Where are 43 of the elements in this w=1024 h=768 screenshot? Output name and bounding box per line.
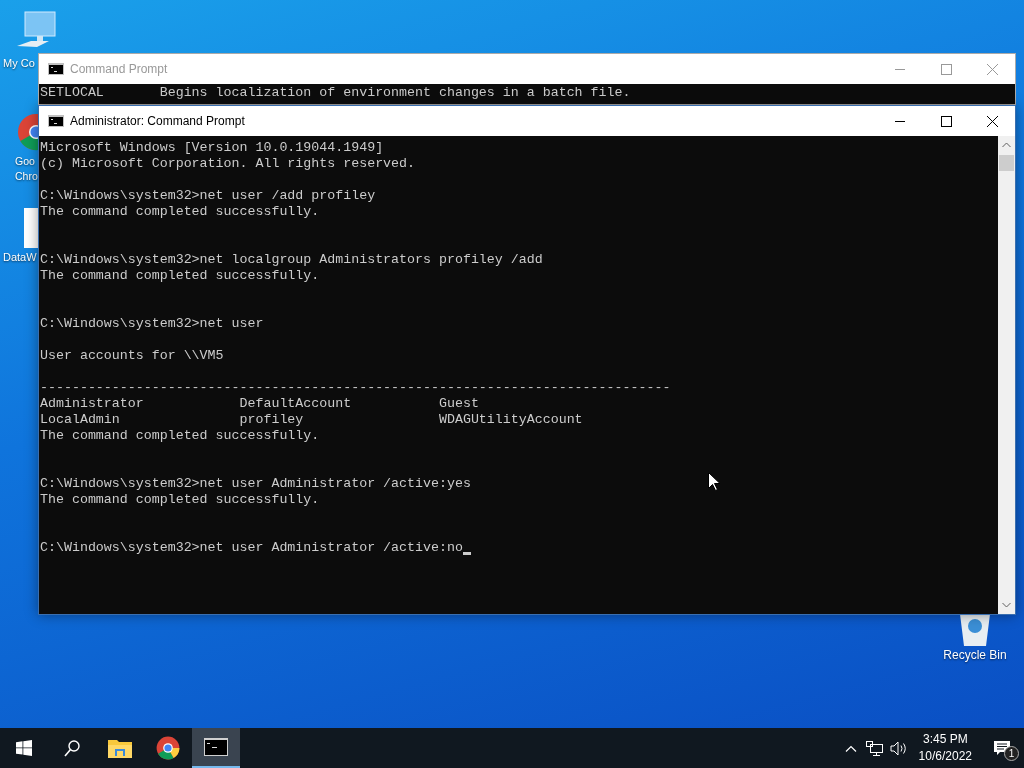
desktop-icon-label[interactable]: Goo Chro xyxy=(15,154,38,184)
mouse-pointer-icon xyxy=(708,472,720,491)
scrollbar[interactable] xyxy=(998,136,1015,614)
window-title: Command Prompt xyxy=(70,61,168,78)
console-line: C:\Windows\system32>net user xyxy=(40,316,264,332)
console-line: C:\Windows\system32>net localgroup Administrators profiley /add xyxy=(40,252,543,268)
chrome-icon xyxy=(156,736,180,760)
notification-count: 1 xyxy=(1004,746,1019,761)
console-line: The command completed successfully. xyxy=(40,268,320,284)
terminal-icon xyxy=(204,738,228,756)
console-line: C:\Windows\system32>net user Administrator /active:no xyxy=(40,540,463,556)
scrollbar-thumb[interactable] xyxy=(999,155,1014,171)
console-line: LocalAdmin profiley WDAGUtilityAccount xyxy=(40,412,583,428)
clock-date: 10/6/2022 xyxy=(918,748,972,765)
folder-icon xyxy=(108,738,132,758)
windows-icon xyxy=(16,740,32,756)
console-line: User accounts for \\VM5 xyxy=(40,348,224,364)
console-line: The command completed successfully. xyxy=(40,428,320,444)
maximize-icon[interactable] xyxy=(940,115,952,127)
terminal-icon xyxy=(48,63,64,75)
console-line: (c) Microsoft Corporation. All rights reserved. xyxy=(40,156,416,172)
network-icon[interactable] xyxy=(865,740,883,756)
clock[interactable]: 3:45 PM 10/6/2022 xyxy=(910,731,980,765)
recycle-bin-icon[interactable] xyxy=(957,612,993,646)
volume-icon[interactable] xyxy=(889,740,907,756)
desktop-icon-label[interactable]: Recycle Bin xyxy=(943,648,1007,663)
console-line: The command completed successfully. xyxy=(40,204,320,220)
console-line: Administrator DefaultAccount Guest xyxy=(40,396,479,412)
taskbar-button[interactable] xyxy=(192,728,240,768)
window-title: Administrator: Command Prompt xyxy=(70,113,245,130)
desktop-icon-label[interactable]: DataW xyxy=(3,250,37,265)
console-line: The command completed successfully. xyxy=(40,492,320,508)
console-line: C:\Windows\system32>net user /add profiley xyxy=(40,188,376,204)
search-icon xyxy=(64,739,80,757)
console-line: SETLOCAL Begins localization of environment changes in a batch file. xyxy=(40,85,632,101)
terminal-icon xyxy=(48,115,64,127)
close-icon[interactable] xyxy=(986,115,998,127)
console-line: Microsoft Windows [Version 10.0.19044.1949] xyxy=(40,140,384,156)
console-line: C:\Windows\system32>net user Administrator /active:yes xyxy=(40,476,471,492)
chevron-up-icon[interactable] xyxy=(844,744,857,752)
clock-time: 3:45 PM xyxy=(922,731,968,748)
console-line: ------------------------------------------------------------------------------- xyxy=(40,380,671,396)
notification-button[interactable]: 1 xyxy=(980,728,1024,768)
